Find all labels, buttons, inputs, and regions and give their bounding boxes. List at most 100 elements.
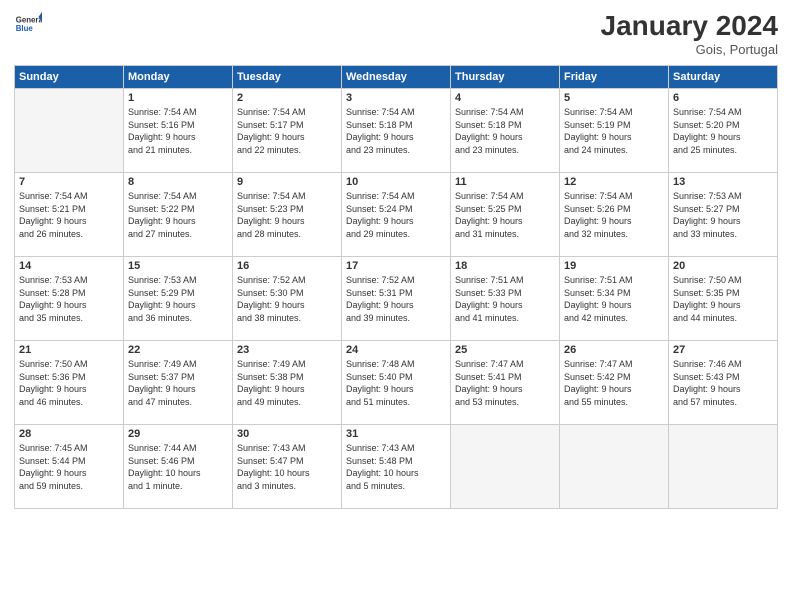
calendar: Sunday Monday Tuesday Wednesday Thursday… xyxy=(14,65,778,509)
calendar-cell: 9 Sunrise: 7:54 AMSunset: 5:23 PMDaylight… xyxy=(233,173,342,257)
day-info: Sunrise: 7:54 AMSunset: 5:21 PMDaylight:… xyxy=(19,190,119,240)
calendar-cell: 4Sunrise: 7:54 AMSunset: 5:18 PMDaylight… xyxy=(451,89,560,173)
day-number: 11 xyxy=(455,176,555,188)
calendar-cell: 13Sunrise: 7:53 AMSunset: 5:27 PMDayligh… xyxy=(669,173,778,257)
day-number: 24 xyxy=(346,344,446,356)
week-row-3: 14 Sunrise: 7:53 AMSunset: 5:28 PMDayligh… xyxy=(15,257,778,341)
header-saturday: Saturday xyxy=(669,66,778,89)
calendar-cell: 28 Sunrise: 7:45 AMSunset: 5:44 PMDayligh… xyxy=(15,425,124,509)
day-info: Sunrise: 7:54 AMSunset: 5:18 PMDaylight:… xyxy=(455,106,555,156)
calendar-cell: 18 Sunrise: 7:51 AMSunset: 5:33 PMDayligh… xyxy=(451,257,560,341)
day-info: Sunrise: 7:51 AMSunset: 5:33 PMDaylight:… xyxy=(455,274,555,324)
week-row-5: 28 Sunrise: 7:45 AMSunset: 5:44 PMDayligh… xyxy=(15,425,778,509)
calendar-cell: 12Sunrise: 7:54 AMSunset: 5:26 PMDayligh… xyxy=(560,173,669,257)
day-info: Sunrise: 7:43 AMSunset: 5:47 PMDaylight:… xyxy=(237,442,337,492)
day-number: 22 xyxy=(128,344,228,356)
calendar-cell: 10Sunrise: 7:54 AMSunset: 5:24 PMDayligh… xyxy=(342,173,451,257)
calendar-cell xyxy=(451,425,560,509)
calendar-cell: 30 Sunrise: 7:43 AMSunset: 5:47 PMDayligh… xyxy=(233,425,342,509)
day-info: Sunrise: 7:43 AMSunset: 5:48 PMDaylight:… xyxy=(346,442,446,492)
calendar-cell: 5Sunrise: 7:54 AMSunset: 5:19 PMDaylight… xyxy=(560,89,669,173)
day-number: 8 xyxy=(128,176,228,188)
calendar-cell: 14 Sunrise: 7:53 AMSunset: 5:28 PMDayligh… xyxy=(15,257,124,341)
calendar-cell: 6 Sunrise: 7:54 AMSunset: 5:20 PMDaylight… xyxy=(669,89,778,173)
calendar-cell: 7Sunrise: 7:54 AMSunset: 5:21 PMDaylight… xyxy=(15,173,124,257)
day-info: Sunrise: 7:54 AMSunset: 5:22 PMDaylight:… xyxy=(128,190,228,240)
day-info: Sunrise: 7:49 AMSunset: 5:38 PMDaylight:… xyxy=(237,358,337,408)
day-info: Sunrise: 7:50 AMSunset: 5:35 PMDaylight:… xyxy=(673,274,773,324)
calendar-cell: 24 Sunrise: 7:48 AMSunset: 5:40 PMDayligh… xyxy=(342,341,451,425)
day-number: 25 xyxy=(455,344,555,356)
calendar-cell: 17Sunrise: 7:52 AMSunset: 5:31 PMDayligh… xyxy=(342,257,451,341)
calendar-cell xyxy=(15,89,124,173)
calendar-header-row: Sunday Monday Tuesday Wednesday Thursday… xyxy=(15,66,778,89)
logo: General Blue xyxy=(14,10,42,38)
day-info: Sunrise: 7:54 AMSunset: 5:20 PMDaylight:… xyxy=(673,106,773,156)
day-number: 15 xyxy=(128,260,228,272)
calendar-cell: 3Sunrise: 7:54 AMSunset: 5:18 PMDaylight… xyxy=(342,89,451,173)
calendar-cell: 21 Sunrise: 7:50 AMSunset: 5:36 PMDayligh… xyxy=(15,341,124,425)
calendar-cell: 31 Sunrise: 7:43 AMSunset: 5:48 PMDayligh… xyxy=(342,425,451,509)
calendar-cell: 25 Sunrise: 7:47 AMSunset: 5:41 PMDayligh… xyxy=(451,341,560,425)
week-row-2: 7Sunrise: 7:54 AMSunset: 5:21 PMDaylight… xyxy=(15,173,778,257)
svg-text:General: General xyxy=(16,15,42,24)
day-number: 30 xyxy=(237,428,337,440)
calendar-cell: 8 Sunrise: 7:54 AMSunset: 5:22 PMDaylight… xyxy=(124,173,233,257)
day-number: 26 xyxy=(564,344,664,356)
header-wednesday: Wednesday xyxy=(342,66,451,89)
title-block: January 2024 Gois, Portugal xyxy=(601,10,778,57)
header-sunday: Sunday xyxy=(15,66,124,89)
day-info: Sunrise: 7:54 AMSunset: 5:17 PMDaylight:… xyxy=(237,106,337,156)
day-info: Sunrise: 7:54 AMSunset: 5:16 PMDaylight:… xyxy=(128,106,228,156)
day-number: 19 xyxy=(564,260,664,272)
svg-text:Blue: Blue xyxy=(16,24,34,33)
day-info: Sunrise: 7:53 AMSunset: 5:28 PMDaylight:… xyxy=(19,274,119,324)
day-number: 20 xyxy=(673,260,773,272)
calendar-cell: 1 Sunrise: 7:54 AMSunset: 5:16 PMDaylight… xyxy=(124,89,233,173)
day-info: Sunrise: 7:54 AMSunset: 5:25 PMDaylight:… xyxy=(455,190,555,240)
day-info: Sunrise: 7:49 AMSunset: 5:37 PMDaylight:… xyxy=(128,358,228,408)
day-number: 21 xyxy=(19,344,119,356)
day-info: Sunrise: 7:50 AMSunset: 5:36 PMDaylight:… xyxy=(19,358,119,408)
header-tuesday: Tuesday xyxy=(233,66,342,89)
day-number: 1 xyxy=(128,92,228,104)
day-number: 14 xyxy=(19,260,119,272)
day-info: Sunrise: 7:52 AMSunset: 5:31 PMDaylight:… xyxy=(346,274,446,324)
calendar-cell: 26 Sunrise: 7:47 AMSunset: 5:42 PMDayligh… xyxy=(560,341,669,425)
day-info: Sunrise: 7:47 AMSunset: 5:41 PMDaylight:… xyxy=(455,358,555,408)
day-number: 18 xyxy=(455,260,555,272)
day-info: Sunrise: 7:54 AMSunset: 5:19 PMDaylight:… xyxy=(564,106,664,156)
day-info: Sunrise: 7:54 AMSunset: 5:24 PMDaylight:… xyxy=(346,190,446,240)
day-info: Sunrise: 7:52 AMSunset: 5:30 PMDaylight:… xyxy=(237,274,337,324)
calendar-cell: 23 Sunrise: 7:49 AMSunset: 5:38 PMDayligh… xyxy=(233,341,342,425)
day-number: 29 xyxy=(128,428,228,440)
day-number: 28 xyxy=(19,428,119,440)
header-friday: Friday xyxy=(560,66,669,89)
month-year: January 2024 xyxy=(601,10,778,42)
day-number: 23 xyxy=(237,344,337,356)
day-info: Sunrise: 7:54 AMSunset: 5:23 PMDaylight:… xyxy=(237,190,337,240)
calendar-cell: 16 Sunrise: 7:52 AMSunset: 5:30 PMDayligh… xyxy=(233,257,342,341)
day-info: Sunrise: 7:54 AMSunset: 5:26 PMDaylight:… xyxy=(564,190,664,240)
week-row-4: 21 Sunrise: 7:50 AMSunset: 5:36 PMDayligh… xyxy=(15,341,778,425)
day-number: 3 xyxy=(346,92,446,104)
day-number: 9 xyxy=(237,176,337,188)
header-thursday: Thursday xyxy=(451,66,560,89)
calendar-cell xyxy=(560,425,669,509)
calendar-cell: 19 Sunrise: 7:51 AMSunset: 5:34 PMDayligh… xyxy=(560,257,669,341)
header: General Blue January 2024 Gois, Portugal xyxy=(14,10,778,57)
calendar-cell xyxy=(669,425,778,509)
calendar-cell: 2 Sunrise: 7:54 AMSunset: 5:17 PMDaylight… xyxy=(233,89,342,173)
day-info: Sunrise: 7:47 AMSunset: 5:42 PMDaylight:… xyxy=(564,358,664,408)
day-info: Sunrise: 7:51 AMSunset: 5:34 PMDaylight:… xyxy=(564,274,664,324)
day-number: 16 xyxy=(237,260,337,272)
week-row-1: 1 Sunrise: 7:54 AMSunset: 5:16 PMDaylight… xyxy=(15,89,778,173)
day-info: Sunrise: 7:53 AMSunset: 5:27 PMDaylight:… xyxy=(673,190,773,240)
day-info: Sunrise: 7:45 AMSunset: 5:44 PMDaylight:… xyxy=(19,442,119,492)
header-monday: Monday xyxy=(124,66,233,89)
day-number: 2 xyxy=(237,92,337,104)
calendar-cell: 27Sunrise: 7:46 AMSunset: 5:43 PMDayligh… xyxy=(669,341,778,425)
day-info: Sunrise: 7:48 AMSunset: 5:40 PMDaylight:… xyxy=(346,358,446,408)
day-number: 6 xyxy=(673,92,773,104)
day-number: 31 xyxy=(346,428,446,440)
